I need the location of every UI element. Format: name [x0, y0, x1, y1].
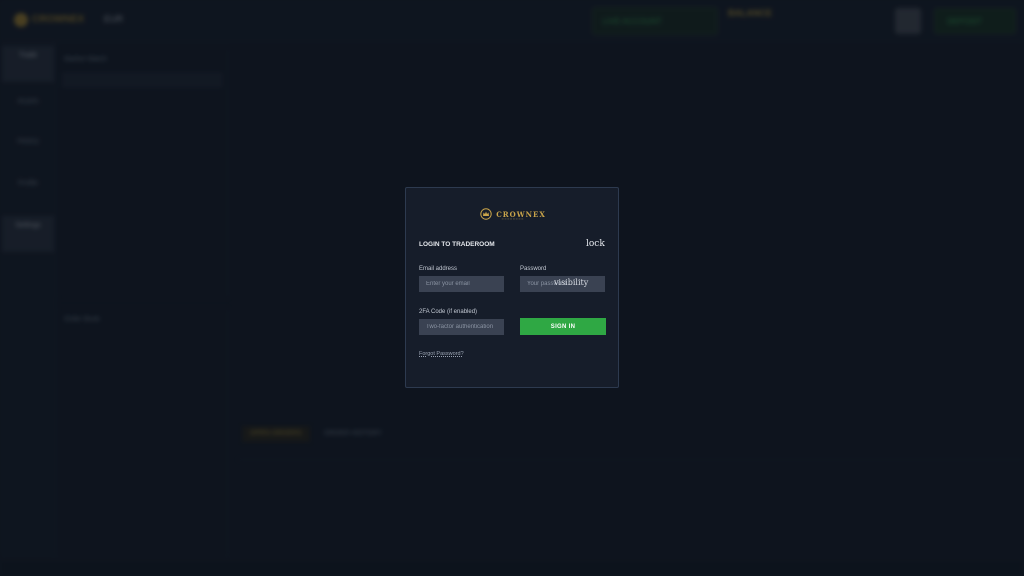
forgot-password-link[interactable]: Forgot Password?: [419, 351, 464, 357]
twofa-field[interactable]: [419, 319, 504, 335]
twofa-label: 2FA Code (if enabled): [419, 309, 478, 315]
email-field[interactable]: [419, 276, 504, 292]
login-title: LOGIN TO TRADEROOM: [419, 241, 495, 248]
login-modal: CROWNEX ━━━━━━━━ LOGIN TO TRADEROOM lock…: [405, 187, 619, 388]
password-label: Password: [520, 266, 547, 272]
brand-tagline: ━━━━━━━━: [501, 217, 525, 221]
lock-icon: lock: [586, 239, 605, 249]
traderoom-app: CROWNEX EUR LIVE ACCOUNT BALANCE DEPOSIT…: [0, 0, 1024, 576]
sign-in-button[interactable]: SIGN IN: [520, 318, 606, 335]
email-label: Email address: [419, 266, 458, 272]
visibility-icon[interactable]: visibility: [554, 278, 588, 287]
